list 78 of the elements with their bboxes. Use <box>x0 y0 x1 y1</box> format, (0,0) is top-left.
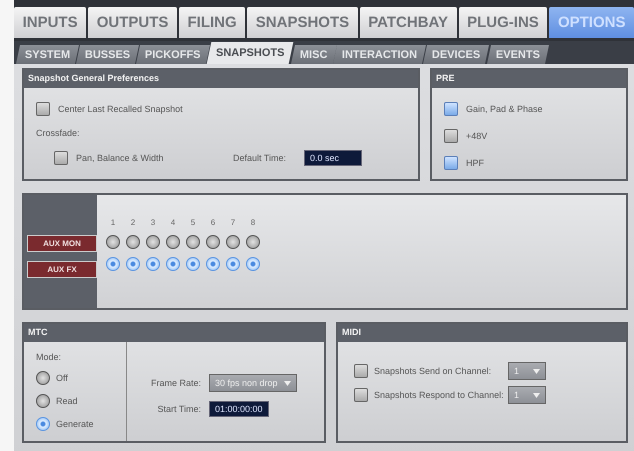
column-number: 6 <box>210 218 216 227</box>
checkbox-label: Gain, Pad & Phase <box>466 104 543 114</box>
radio-button[interactable] <box>36 417 50 431</box>
sub-tab[interactable]: SNAPSHOTS <box>206 42 294 64</box>
round-button[interactable] <box>166 235 180 249</box>
round-button[interactable] <box>146 257 160 271</box>
sub-tab[interactable]: PICKOFFS <box>136 45 210 64</box>
radio-label: Off <box>56 373 68 383</box>
crossfade-label: Crossfade: <box>36 128 81 138</box>
checkbox[interactable] <box>54 151 68 165</box>
round-button[interactable] <box>246 235 260 249</box>
round-button[interactable] <box>146 235 160 249</box>
column-number: 2 <box>130 218 136 227</box>
start-time-label: Start Time: <box>156 404 201 414</box>
checkbox[interactable] <box>444 102 458 116</box>
round-button[interactable] <box>246 257 260 271</box>
checkbox[interactable] <box>444 156 458 170</box>
row-label: AUX FX <box>27 261 97 278</box>
column-number: 1 <box>110 218 116 227</box>
column-number: 3 <box>150 218 156 227</box>
sub-tab[interactable]: DEVICES <box>423 45 490 64</box>
round-button[interactable] <box>106 235 120 249</box>
round-button[interactable] <box>186 235 200 249</box>
checkbox-label: Pan, Balance & Width <box>76 153 164 163</box>
main-tab[interactable]: PATCHBAY <box>360 7 457 38</box>
checkbox[interactable] <box>36 102 50 116</box>
checkbox-label: HPF <box>466 158 484 168</box>
round-button[interactable] <box>206 257 220 271</box>
sub-tab[interactable]: SYSTEM <box>16 45 80 64</box>
round-button[interactable] <box>226 257 240 271</box>
radio-button[interactable] <box>36 371 50 385</box>
round-button[interactable] <box>106 257 120 271</box>
caret-icon <box>533 368 540 374</box>
round-button[interactable] <box>126 235 140 249</box>
checkbox[interactable] <box>354 364 368 378</box>
row-label: AUX MON <box>27 235 97 252</box>
panel-title: Snapshot General Preferences <box>24 70 418 88</box>
radio-button[interactable] <box>36 394 50 408</box>
default-time-label: Default Time: <box>232 153 286 163</box>
sub-tab[interactable]: EVENTS <box>486 45 549 64</box>
start-time-field[interactable]: 01:00:00:00 <box>209 401 269 417</box>
column-number: 5 <box>190 218 196 227</box>
caret-icon <box>533 392 540 398</box>
checkbox[interactable] <box>444 129 458 143</box>
radio-label: Generate <box>56 419 94 429</box>
column-number: 4 <box>170 218 176 227</box>
checkbox-label: Center Last Recalled Snapshot <box>58 104 183 114</box>
sub-tab[interactable]: BUSSES <box>76 45 140 64</box>
main-tab[interactable]: SNAPSHOTS <box>247 7 358 38</box>
round-button[interactable] <box>226 235 240 249</box>
sub-tab[interactable]: MISC <box>290 45 336 64</box>
panel-title: PRE <box>432 70 626 88</box>
checkbox[interactable] <box>354 388 368 402</box>
main-tab[interactable]: OUTPUTS <box>88 7 177 38</box>
column-number: 8 <box>250 218 256 227</box>
checkbox-label: Snapshots Respond to Channel: <box>374 390 502 400</box>
channel-dropdown[interactable]: 1 <box>508 362 546 380</box>
panel-title: MTC <box>24 324 324 342</box>
main-tab[interactable]: OPTIONS <box>549 7 634 38</box>
main-tab[interactable]: INPUTS <box>14 7 86 38</box>
radio-label: Read <box>56 396 78 406</box>
checkbox-label: +48V <box>466 131 488 141</box>
panel-title: MIDI <box>338 324 626 342</box>
checkbox-label: Snapshots Send on Channel: <box>374 366 492 376</box>
round-button[interactable] <box>206 235 220 249</box>
channel-dropdown[interactable]: 1 <box>508 386 546 404</box>
round-button[interactable] <box>126 257 140 271</box>
caret-icon <box>284 380 291 386</box>
round-button[interactable] <box>166 257 180 271</box>
default-time-field[interactable]: 0.0 sec <box>304 150 362 166</box>
mode-label: Mode: <box>36 352 62 362</box>
main-tab[interactable]: PLUG-INS <box>458 7 548 38</box>
sub-tab[interactable]: INTERACTION <box>333 45 426 64</box>
frame-rate-label: Frame Rate: <box>150 378 201 388</box>
main-tab[interactable]: FILING <box>178 7 246 38</box>
round-button[interactable] <box>186 257 200 271</box>
column-number: 7 <box>230 218 236 227</box>
frame-rate-dropdown[interactable]: 30 fps non drop <box>209 374 297 392</box>
